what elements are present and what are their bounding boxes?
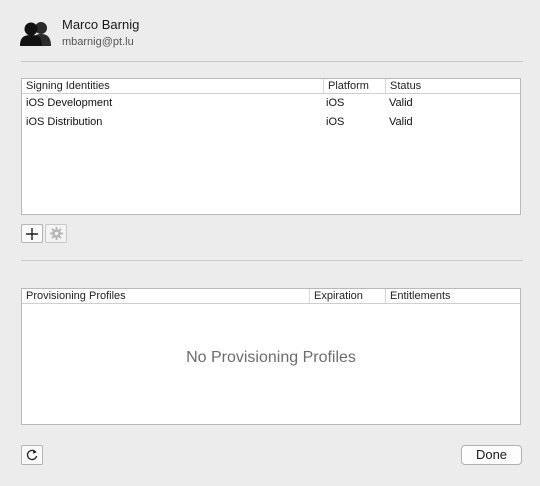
separator: [21, 260, 523, 261]
plus-icon: [26, 227, 38, 240]
column-header-signing-identities[interactable]: Signing Identities: [22, 79, 324, 93]
column-header-expiration[interactable]: Expiration: [310, 289, 386, 303]
column-header-provisioning-profiles[interactable]: Provisioning Profiles: [22, 289, 310, 303]
signing-identities-table[interactable]: Signing Identities Platform Status iOS D…: [21, 78, 521, 215]
users-icon: [20, 21, 53, 46]
table-header: Provisioning Profiles Expiration Entitle…: [22, 289, 520, 304]
identity-status: Valid: [389, 97, 413, 109]
refresh-icon: [26, 449, 38, 461]
column-header-status[interactable]: Status: [386, 79, 520, 93]
refresh-button[interactable]: [21, 445, 43, 465]
done-button[interactable]: Done: [461, 445, 522, 465]
gear-icon: [49, 227, 63, 240]
provisioning-profiles-table[interactable]: Provisioning Profiles Expiration Entitle…: [21, 288, 521, 425]
column-header-entitlements[interactable]: Entitlements: [386, 289, 520, 303]
separator: [21, 61, 523, 62]
empty-state-message: No Provisioning Profiles: [186, 349, 356, 366]
add-identity-button[interactable]: [21, 224, 43, 243]
account-name: Marco Barnig: [62, 17, 140, 32]
account-details-sheet: Marco Barnig mbarnig@pt.lu Signing Ident…: [0, 0, 540, 486]
identity-name: iOS Development: [26, 97, 113, 109]
identity-settings-button[interactable]: [45, 224, 67, 243]
identity-status: Valid: [389, 116, 413, 128]
account-email: mbarnig@pt.lu: [62, 36, 134, 48]
column-header-platform[interactable]: Platform: [324, 79, 386, 93]
identity-platform: iOS: [326, 97, 345, 109]
identity-name: iOS Distribution: [26, 116, 103, 128]
table-header: Signing Identities Platform Status: [22, 79, 520, 94]
table-row[interactable]: iOS Distribution iOS Valid: [22, 113, 520, 132]
table-row[interactable]: iOS Development iOS Valid: [22, 94, 520, 113]
identity-platform: iOS: [326, 116, 345, 128]
